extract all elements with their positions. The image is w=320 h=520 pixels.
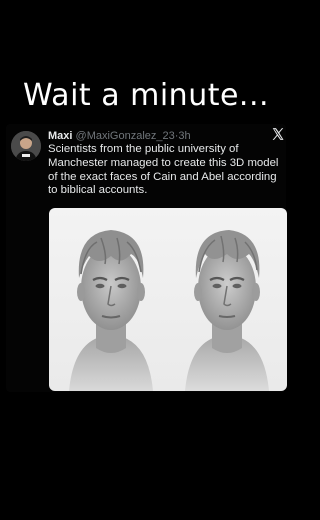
video-caption: Wait a minute... xyxy=(22,78,270,113)
display-name[interactable]: Maxi xyxy=(48,130,72,142)
face-bust-right xyxy=(185,230,269,391)
face-bust-left xyxy=(69,230,153,391)
tweet-header: Maxi @MaxiGonzalez_23·3h xyxy=(48,129,191,143)
tweet-timestamp[interactable]: 3h xyxy=(178,130,190,142)
tweet-text: Scientists from the public university of… xyxy=(48,143,279,197)
x-logo-icon[interactable] xyxy=(271,127,285,141)
avatar[interactable] xyxy=(11,131,41,161)
tweet-media[interactable] xyxy=(49,208,287,391)
user-handle[interactable]: @MaxiGonzalez_23 xyxy=(76,130,175,142)
tweet-card[interactable]: Maxi @MaxiGonzalez_23·3h Scientists from… xyxy=(6,124,287,392)
avatar-image xyxy=(11,131,41,161)
